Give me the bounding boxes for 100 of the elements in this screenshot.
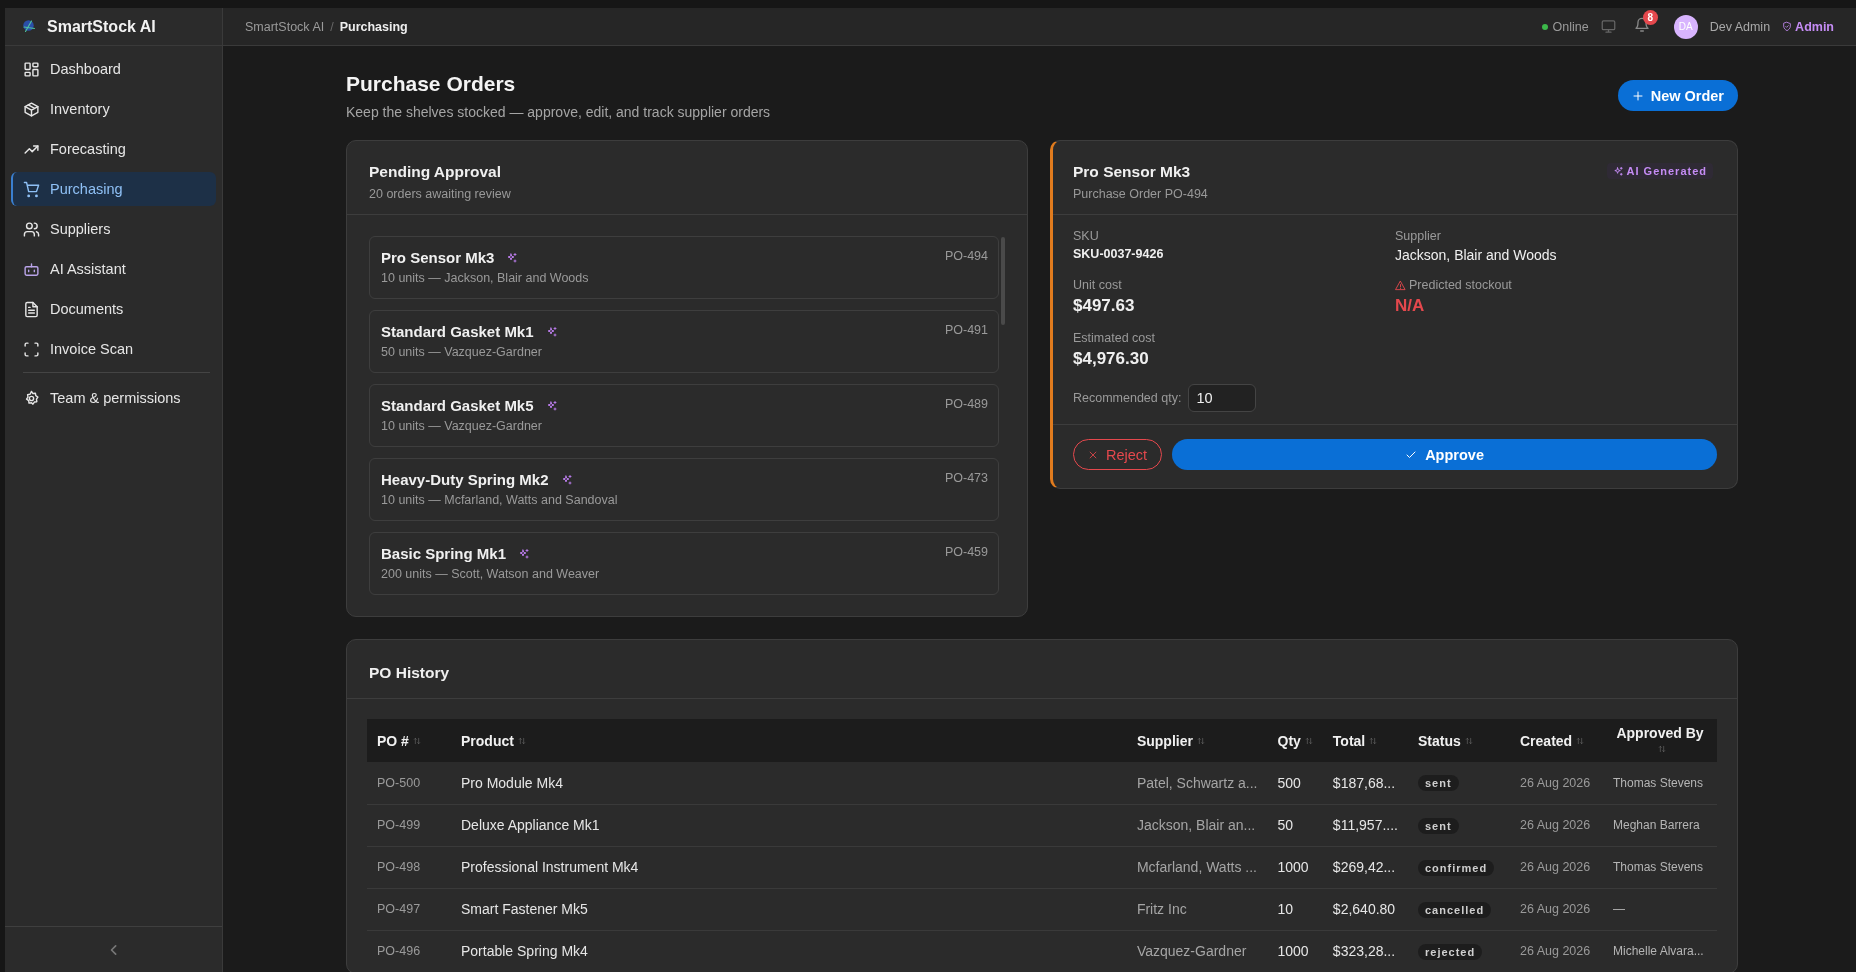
sort-icon [517,735,526,746]
order-card[interactable]: Standard Gasket Mk5 10 units — Vazquez-Gardner PO-489 [369,384,999,447]
page-title: Purchase Orders [346,72,517,96]
order-title: Standard Gasket Mk5 [381,397,534,414]
plus-icon [1631,89,1644,102]
table-cell: PO-500 [367,762,451,804]
table-cell: $2,640.80 [1322,888,1408,930]
field-label: Recommended qty: [1073,391,1182,405]
table-cell: PO-498 [367,846,451,888]
box-icon [23,100,40,118]
table-cell: $269,42... [1322,846,1408,888]
field-label: Predicted stockout [1409,278,1512,292]
order-card[interactable]: Pro Sensor Mk3 10 units — Jackson, Blair and Woods PO-494 [369,236,999,299]
user-name: Dev Admin [1709,19,1771,34]
detail-title: Pro Sensor Mk3 [1073,163,1192,181]
sort-icon [1369,735,1378,746]
table-cell: 26 Aug 2026 [1510,930,1603,972]
nav-item[interactable]: AI Assistant [11,252,216,286]
column-header[interactable]: Product [451,719,1127,762]
order-card[interactable]: Standard Gasket Mk1 50 units — Vazquez-Gardner PO-491 [369,310,999,373]
column-header[interactable]: Qty [1267,719,1323,762]
column-title: Created [1520,732,1573,749]
nav-item[interactable]: Documents [11,292,216,326]
table-cell: Deluxe Appliance Mk1 [451,804,1127,846]
field-value: Jackson, Blair and Woods [1395,247,1558,263]
panel-title: PO History [369,664,451,682]
nav-item[interactable]: Suppliers [11,212,216,246]
bell-icon[interactable] [1633,17,1650,33]
column-header[interactable]: Status [1408,719,1510,762]
table-cell: 1000 [1267,846,1323,888]
sort-icon [1464,735,1473,746]
field-label: Supplier [1395,229,1441,243]
order-details: 50 units — Vazquez-Gardner [381,345,543,359]
table-cell: 26 Aug 2026 [1510,846,1603,888]
quantity-field[interactable]: 10 [1188,384,1257,412]
order-title: Pro Sensor Mk3 [381,249,495,266]
table-cell: Meghan Barrera [1603,804,1717,846]
table-cell: $323,28... [1322,930,1408,972]
status-badge: sent [1418,775,1459,792]
nav-item[interactable]: Forecasting [11,132,216,166]
ai-badge-text: AI Generated [1626,165,1707,177]
nav-item[interactable]: Invoice Scan [11,332,216,366]
table-cell: PO-496 [367,930,451,972]
sort-icon [1304,735,1313,746]
table-cell: Mcfarland, Watts ... [1126,846,1268,888]
field-value: N/A [1395,296,1426,316]
table-cell: 10 [1267,888,1323,930]
scan-icon [23,340,40,358]
sparkle-icon [506,251,519,264]
table-cell: 500 [1267,762,1323,804]
nav-item[interactable]: Inventory [11,92,216,126]
monitor-icon[interactable] [1600,19,1616,34]
field-label: Estimated cost [1073,331,1155,345]
column-header[interactable]: Created [1510,719,1603,762]
field-label: Unit cost [1073,278,1122,292]
order-title: Standard Gasket Mk1 [381,323,534,340]
column-header[interactable]: PO # [367,719,451,762]
order-number: PO-473 [944,471,988,487]
table-cell: Vazquez-Gardner [1126,930,1268,972]
nav-item[interactable]: Team & permissions [11,381,216,415]
status-dot [1541,23,1548,30]
nav-item[interactable]: Purchasing [11,172,216,206]
order-card[interactable]: Basic Spring Mk1 200 units — Scott, Watson and Weaver PO-459 [369,532,999,595]
sparkle-icon [1612,165,1624,177]
column-header[interactable]: Total [1322,719,1408,762]
sort-icon [412,735,421,746]
column-header[interactable]: Supplier [1126,719,1268,762]
table-cell: 50 [1267,804,1323,846]
sparkle-icon [545,399,558,412]
order-card[interactable]: Heavy-Duty Spring Mk2 10 units — Mcfarland, Watts and Sandoval PO-473 [369,458,999,521]
table-cell: 26 Aug 2026 [1510,888,1603,930]
column-title: Status [1418,732,1461,749]
table-cell: Jackson, Blair an... [1126,804,1268,846]
column-title: Supplier [1136,732,1193,749]
approve-button[interactable]: Approve [1172,439,1717,470]
settings-icon [23,389,40,407]
status-badge: rejected [1418,943,1483,960]
table-cell: — [1603,888,1717,930]
new-order-button[interactable]: New Order [1617,80,1738,111]
sort-icon [1576,735,1585,746]
order-number: PO-459 [944,545,988,561]
order-number: PO-494 [944,249,988,265]
table-cell: Fritz Inc [1126,888,1268,930]
collapse-icon[interactable] [108,943,119,956]
status-badge: confirmed [1418,859,1495,876]
order-title: Basic Spring Mk1 [381,545,507,562]
sort-icon [1658,743,1666,754]
table-cell: 26 Aug 2026 [1510,804,1603,846]
column-header[interactable]: Approved By [1603,719,1717,762]
table-cell: Thomas Stevens [1603,846,1717,888]
page-subtitle: Keep the shelves stocked — approve, edit, and track supplier orders [346,104,771,120]
column-title: Total [1332,732,1366,749]
field-value: $497.63 [1073,296,1136,316]
table-cell: Thomas Stevens [1603,762,1717,804]
table-cell: $11,957.... [1322,804,1408,846]
table-cell: $187,68... [1322,762,1408,804]
detail-subtitle: Purchase Order PO-494 [1073,187,1209,201]
grid-icon [23,60,40,78]
nav-item[interactable]: Dashboard [11,52,216,86]
breadcrumb-link[interactable]: SmartStock AI [245,19,325,34]
